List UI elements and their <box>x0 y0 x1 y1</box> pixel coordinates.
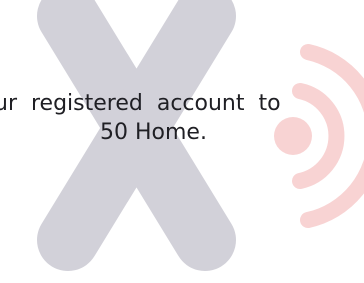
message-line-2: 50 Home. <box>100 120 207 145</box>
screen: ur registered account to 50 Home. <box>0 0 364 283</box>
message-line-1: ur registered account to <box>0 91 281 116</box>
